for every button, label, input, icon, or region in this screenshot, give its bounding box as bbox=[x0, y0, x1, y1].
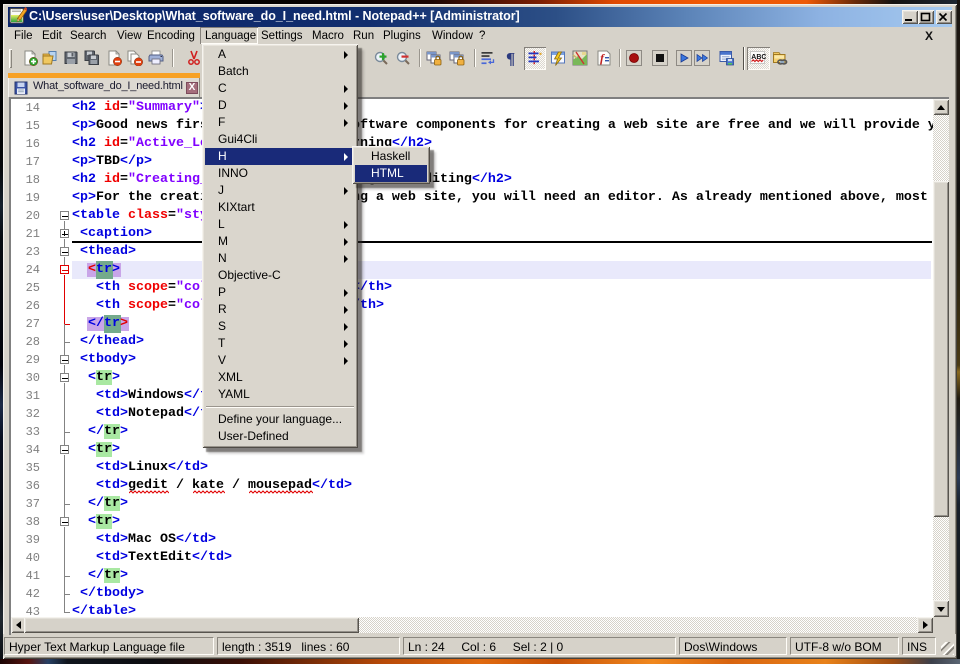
svg-text:¶: ¶ bbox=[506, 50, 515, 66]
